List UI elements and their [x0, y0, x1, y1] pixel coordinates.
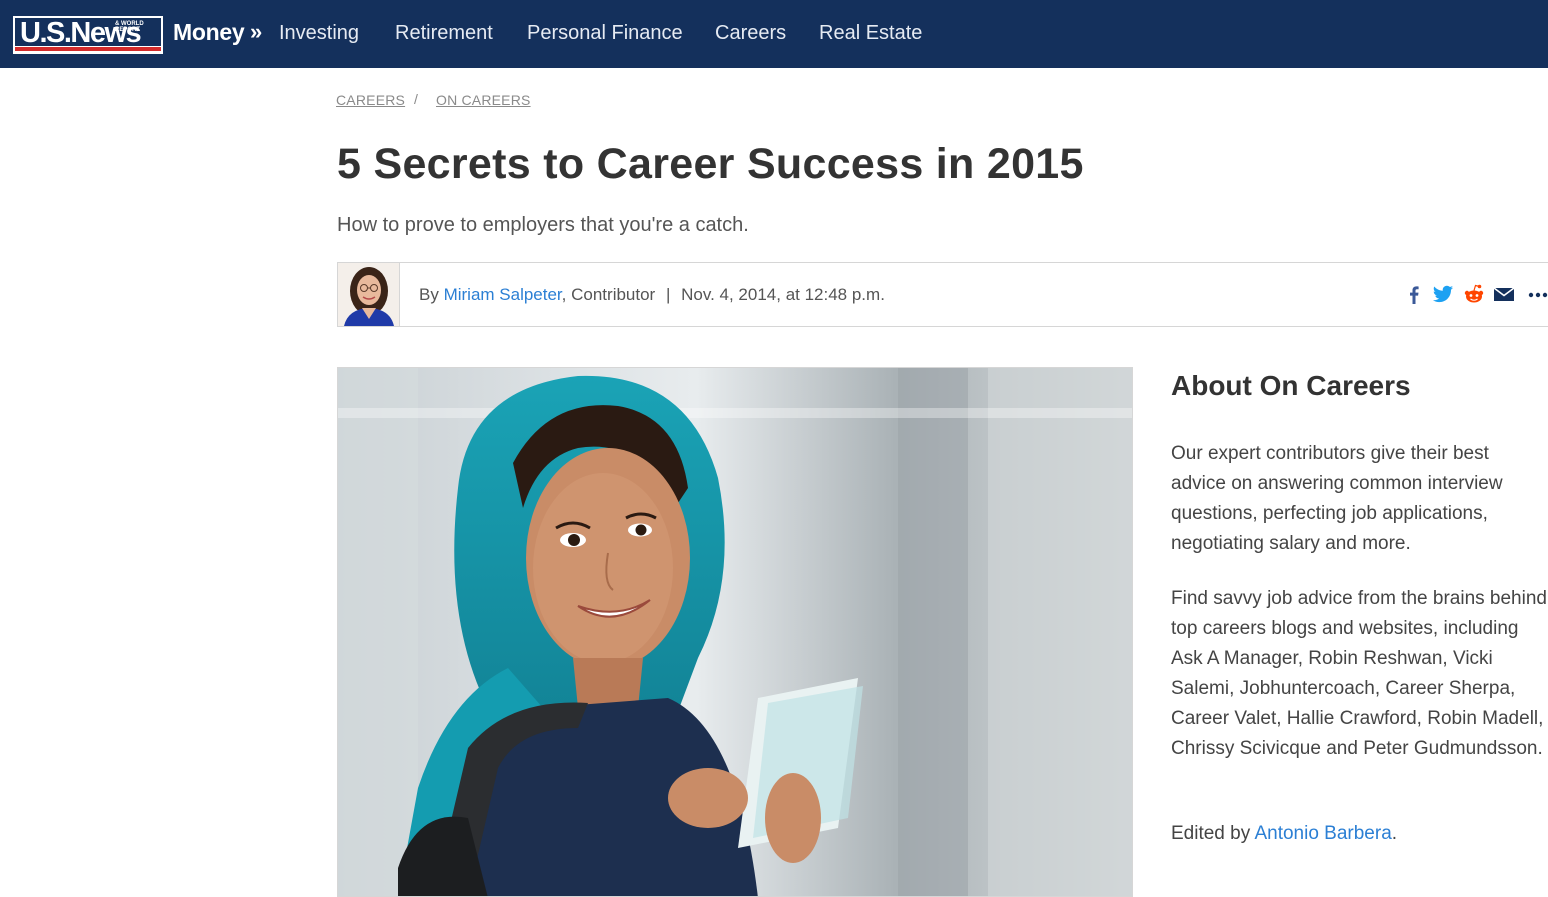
article-title: 5 Secrets to Career Success in 2015 — [337, 140, 1084, 188]
editor-link[interactable]: Antonio Barbera — [1254, 823, 1391, 844]
email-icon[interactable] — [1493, 283, 1515, 305]
top-navigation-bar: U.S.News & WORLD REPORT Money » Investin… — [0, 0, 1548, 68]
article-hero-image — [337, 367, 1133, 897]
breadcrumb-careers-link[interactable]: CAREERS — [336, 92, 405, 108]
section-money-link[interactable]: Money — [173, 19, 245, 46]
sidebar-edited-by: Edited by Antonio Barbera. — [1171, 819, 1548, 849]
sidebar-paragraph-intro: Our expert contributors give their best … — [1171, 443, 1503, 554]
twitter-icon[interactable] — [1432, 283, 1454, 305]
byline-prefix: By — [419, 285, 444, 304]
nav-item-retirement[interactable]: Retirement — [395, 22, 493, 45]
byline-text: By Miriam Salpeter, Contributor | Nov. 4… — [419, 285, 885, 305]
author-avatar[interactable] — [338, 263, 400, 326]
reddit-icon[interactable] — [1463, 283, 1485, 305]
logo-stripe — [15, 47, 161, 51]
edited-by-suffix: . — [1391, 823, 1398, 844]
breadcrumb-separator: / — [414, 91, 418, 107]
byline-bar: By Miriam Salpeter, Contributor | Nov. 4… — [337, 262, 1548, 327]
section-chevron-icon: » — [250, 19, 263, 44]
author-link[interactable]: Miriam Salpeter — [444, 285, 562, 304]
author-role: , Contributor — [561, 285, 656, 304]
more-icon[interactable] — [1528, 283, 1548, 305]
facebook-icon[interactable] — [1403, 283, 1425, 305]
usnews-logo[interactable]: U.S.News & WORLD REPORT — [13, 16, 163, 54]
nav-item-investing[interactable]: Investing — [279, 22, 359, 45]
sidebar-paragraph-contributors: Find savvy job advice from the brains be… — [1171, 588, 1547, 759]
nav-item-real-estate[interactable]: Real Estate — [819, 22, 922, 45]
nav-item-careers[interactable]: Careers — [715, 22, 786, 45]
breadcrumb-on-careers-link[interactable]: ON CAREERS — [436, 92, 531, 108]
logo-subtext: & WORLD REPORT — [115, 21, 144, 33]
edited-by-prefix: Edited by — [1171, 823, 1255, 844]
publish-date: Nov. 4, 2014, at 12:48 p.m. — [681, 285, 885, 304]
nav-item-personal-finance[interactable]: Personal Finance — [527, 22, 683, 45]
byline-separator: | — [665, 285, 671, 304]
sidebar-title: About On Careers — [1171, 370, 1411, 401]
article-subtitle: How to prove to employers that you're a … — [337, 214, 749, 236]
